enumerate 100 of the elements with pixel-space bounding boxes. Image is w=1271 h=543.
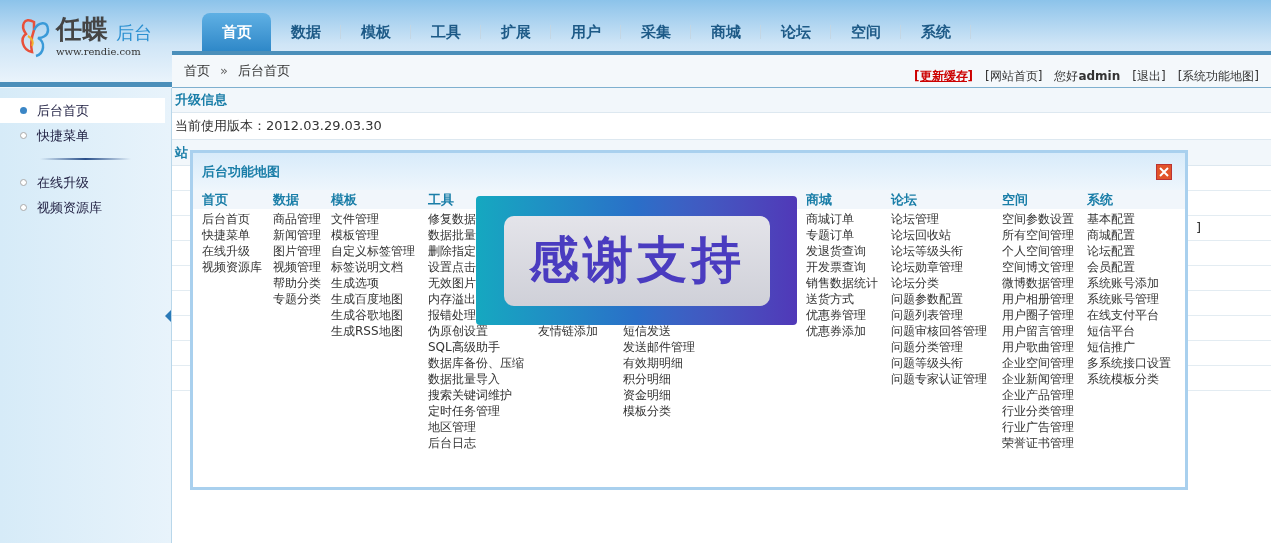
function-link[interactable]: 模板分类 [623, 403, 671, 419]
function-link[interactable]: 论坛回收站 [891, 227, 951, 243]
function-link[interactable]: 视频资源库 [202, 259, 262, 275]
function-link[interactable]: 删除指定 [428, 243, 476, 259]
function-link[interactable]: 视频管理 [273, 259, 321, 275]
function-link[interactable]: 专题订单 [806, 227, 854, 243]
sidebar-item[interactable]: 在线升级 [0, 170, 165, 195]
close-button[interactable] [1156, 163, 1172, 180]
function-link[interactable]: 文件管理 [331, 211, 379, 227]
function-link[interactable]: 多系统接口设置 [1087, 355, 1171, 371]
function-link[interactable]: 标签说明文档 [331, 259, 403, 275]
function-link[interactable]: 空间参数设置 [1002, 211, 1074, 227]
function-link[interactable]: 销售数据统计 [806, 275, 878, 291]
function-link[interactable]: 荣誉证书管理 [1002, 435, 1074, 451]
function-link[interactable]: 用户歌曲管理 [1002, 339, 1074, 355]
function-link[interactable]: 有效期明细 [623, 355, 683, 371]
function-link[interactable]: 数据批量导入 [428, 371, 500, 387]
function-link[interactable]: 生成谷歌地图 [331, 307, 403, 323]
function-link[interactable]: 数据库备份、压缩 [428, 355, 524, 371]
function-link[interactable]: 问题等级头衔 [891, 355, 963, 371]
function-link[interactable]: 专题分类 [273, 291, 321, 307]
collapse-arrow-icon[interactable] [165, 310, 171, 322]
function-link[interactable]: 商城配置 [1087, 227, 1135, 243]
function-link[interactable]: 短信发送 [623, 323, 671, 339]
nav-tab[interactable]: 论坛 [761, 13, 830, 51]
function-link[interactable]: 商品管理 [273, 211, 321, 227]
function-link[interactable]: 问题列表管理 [891, 307, 963, 323]
function-link[interactable]: 送货方式 [806, 291, 854, 307]
function-link[interactable]: 系统账号添加 [1087, 275, 1159, 291]
function-link[interactable]: 所有空间管理 [1002, 227, 1074, 243]
function-link[interactable]: SQL高级助手 [428, 339, 500, 355]
nav-tab[interactable]: 模板 [341, 13, 410, 51]
function-link[interactable]: 论坛勋章管理 [891, 259, 963, 275]
function-link[interactable]: 短信推广 [1087, 339, 1135, 355]
function-link[interactable]: 开发票查询 [806, 259, 866, 275]
function-link[interactable]: 在线升级 [202, 243, 250, 259]
header-link[interactable]: [网站首页] [985, 67, 1043, 85]
header-link[interactable]: [系统功能地图] [1177, 67, 1259, 85]
function-link[interactable]: 问题参数配置 [891, 291, 963, 307]
function-link[interactable]: 发送邮件管理 [623, 339, 695, 355]
function-link[interactable]: 伪原创设置 [428, 323, 488, 339]
function-link[interactable]: 无效图片 [428, 275, 476, 291]
function-link[interactable]: 地区管理 [428, 419, 476, 435]
function-link[interactable]: 模板管理 [331, 227, 379, 243]
function-link[interactable]: 论坛分类 [891, 275, 939, 291]
function-link[interactable]: 数据批量 [428, 227, 476, 243]
function-link[interactable]: 论坛管理 [891, 211, 939, 227]
function-link[interactable]: 问题分类管理 [891, 339, 963, 355]
function-link[interactable]: 行业分类管理 [1002, 403, 1074, 419]
function-link[interactable]: 快捷菜单 [202, 227, 250, 243]
function-link[interactable]: 优惠券管理 [806, 307, 866, 323]
function-link[interactable]: 发退货查询 [806, 243, 866, 259]
sidebar-item[interactable]: 后台首页 [0, 98, 165, 123]
nav-tab[interactable]: 商城 [691, 13, 760, 51]
breadcrumb-link[interactable]: 首页 [184, 61, 210, 81]
nav-tab[interactable]: 工具 [411, 13, 480, 51]
function-link[interactable]: 行业广告管理 [1002, 419, 1074, 435]
function-link[interactable]: 内存溢出 [428, 291, 476, 307]
function-link[interactable]: 优惠券添加 [806, 323, 866, 339]
function-link[interactable]: 友情链添加 [538, 323, 598, 339]
function-link[interactable]: 用户留言管理 [1002, 323, 1074, 339]
function-link[interactable]: 搜索关键词维护 [428, 387, 512, 403]
nav-tab[interactable]: 采集 [621, 13, 690, 51]
function-link[interactable]: 自定义标签管理 [331, 243, 415, 259]
function-link[interactable]: 设置点击 [428, 259, 476, 275]
function-link[interactable]: 生成选项 [331, 275, 379, 291]
function-link[interactable]: 报错处理 [428, 307, 476, 323]
function-link[interactable]: 生成百度地图 [331, 291, 403, 307]
nav-tab[interactable]: 数据 [271, 13, 340, 51]
function-link[interactable]: 会员配置 [1087, 259, 1135, 275]
function-link[interactable]: 短信平台 [1087, 323, 1135, 339]
function-link[interactable]: 后台日志 [428, 435, 476, 451]
sidebar-item[interactable]: 快捷菜单 [0, 123, 165, 148]
refresh-cache-link[interactable]: [更新缓存] [914, 67, 973, 85]
function-link[interactable]: 商城订单 [806, 211, 854, 227]
function-link[interactable]: 系统模板分类 [1087, 371, 1159, 387]
function-link[interactable]: 基本配置 [1087, 211, 1135, 227]
function-link[interactable]: 微博数据管理 [1002, 275, 1074, 291]
function-link[interactable]: 后台首页 [202, 211, 250, 227]
function-link[interactable]: 修复数据 [428, 211, 476, 227]
function-link[interactable]: 问题审核回答管理 [891, 323, 987, 339]
function-link[interactable]: 帮助分类 [273, 275, 321, 291]
sidebar-item[interactable]: 视频资源库 [0, 195, 165, 220]
header-link[interactable]: [退出] [1132, 67, 1166, 85]
function-link[interactable]: 用户圈子管理 [1002, 307, 1074, 323]
nav-tab[interactable]: 空间 [831, 13, 900, 51]
nav-tab[interactable]: 扩展 [481, 13, 550, 51]
function-link[interactable]: 资金明细 [623, 387, 671, 403]
function-link[interactable]: 积分明细 [623, 371, 671, 387]
function-link[interactable]: 新闻管理 [273, 227, 321, 243]
function-link[interactable]: 企业产品管理 [1002, 387, 1074, 403]
function-link[interactable]: 空间博文管理 [1002, 259, 1074, 275]
nav-tab[interactable]: 用户 [551, 13, 620, 51]
function-link[interactable]: 在线支付平台 [1087, 307, 1159, 323]
function-link[interactable]: 个人空间管理 [1002, 243, 1074, 259]
function-link[interactable]: 用户相册管理 [1002, 291, 1074, 307]
nav-tab[interactable]: 系统 [901, 13, 970, 51]
function-link[interactable]: 定时任务管理 [428, 403, 500, 419]
function-link[interactable]: 问题专家认证管理 [891, 371, 987, 387]
function-link[interactable]: 系统账号管理 [1087, 291, 1159, 307]
